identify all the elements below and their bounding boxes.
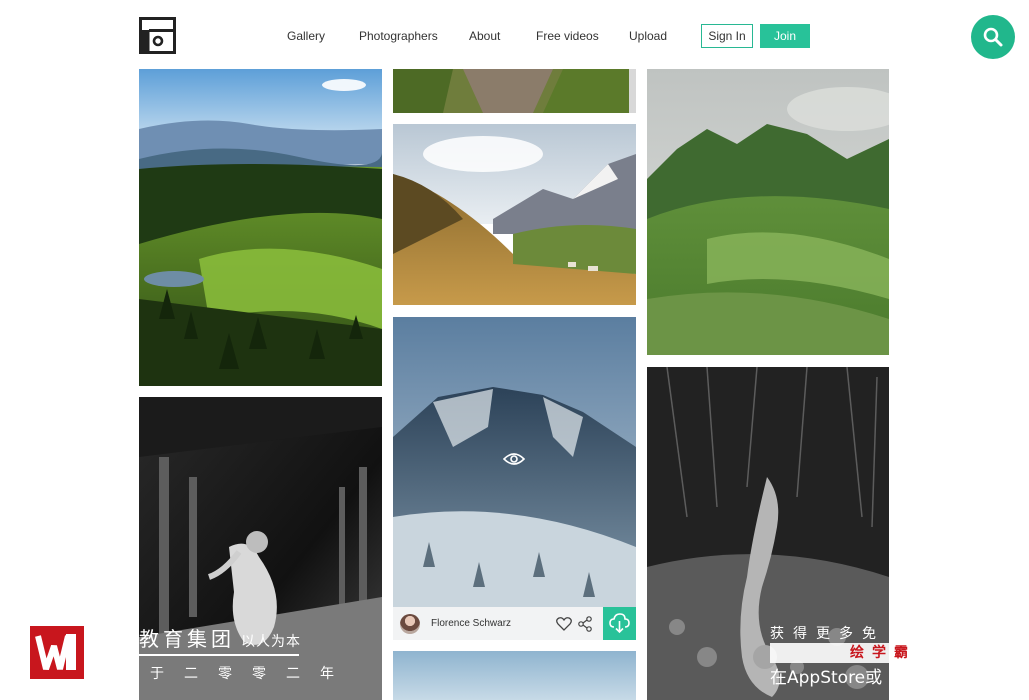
search-button[interactable] [971,15,1015,59]
watermark-right-brand-bar: 绘学霸 [770,643,998,663]
watermark-sub: 于二零零二年 [150,666,354,682]
eye-icon[interactable] [503,452,525,466]
watermark-right-line3: 在AppStore或 [770,668,883,688]
avatar[interactable] [400,614,420,634]
photo-alpine-pasture-image [393,124,636,305]
download-button[interactable] [603,607,636,640]
logo[interactable] [139,17,176,54]
nav-about[interactable]: About [469,24,500,48]
watermark-logo [30,626,84,679]
photo-rocky-trail-image [393,69,636,113]
photo-alpine-pasture[interactable] [393,124,636,305]
watermark-right-brand: 绘学霸 [850,645,916,661]
photo-misty-ridge[interactable] [647,69,889,355]
nav-gallery[interactable]: Gallery [287,24,325,48]
nav-photographers[interactable]: Photographers [359,24,438,48]
photo-sky-partial-image [393,651,636,700]
cloud-download-icon [609,613,630,634]
heart-icon[interactable] [556,616,572,631]
photo-info-bar: Florence Schwarz [393,607,636,640]
photo-forest-valley[interactable] [139,69,382,386]
photo-snowy-mountain-image [393,317,636,640]
nav-upload[interactable]: Upload [629,24,667,48]
photo-rocky-trail[interactable] [393,69,636,113]
sign-in-button[interactable]: Sign In [701,24,753,48]
share-icon[interactable] [577,616,593,632]
author-name[interactable]: Florence Schwarz [431,607,511,640]
photo-snowy-mountain[interactable] [393,317,636,640]
photo-forest-valley-image [139,69,382,386]
photo-misty-ridge-image [647,69,889,355]
watermark-divider [139,654,299,656]
nav-free-videos[interactable]: Free videos [536,24,599,48]
frame-logo-icon [139,17,176,54]
join-button[interactable]: Join [760,24,810,48]
watermark-w-icon [35,634,76,670]
photo-sky-partial[interactable] [393,651,636,700]
watermark-title: 教育集团 以人为本 [139,627,301,651]
watermark-right-line1: 获得更多免 [770,626,885,642]
search-icon [983,27,1003,47]
